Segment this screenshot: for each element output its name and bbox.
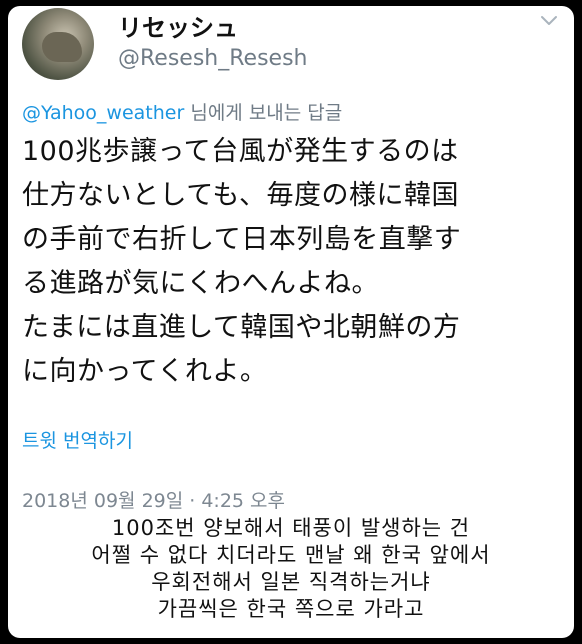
reply-context: @Yahoo_weather 님에게 보내는 답글 (22, 98, 342, 125)
tweet-card: リセッシュ @Resesh_Resesh @Yahoo_weather 님에게 … (8, 6, 574, 638)
reply-mention-link[interactable]: @Yahoo_weather (22, 102, 184, 124)
tweet-text: 100兆歩譲って台風が発生するのは 仕方ないとしても、毎度の様に韓国 の手前で右… (22, 136, 462, 387)
chevron-down-icon[interactable] (540, 14, 558, 28)
translation-caption: 100조번 양보해서 태풍이 발생하는 건 어쩔 수 없다 치더라도 맨날 왜 … (91, 516, 491, 621)
translate-tweet-link[interactable]: 트윗 번역하기 (22, 426, 133, 453)
avatar[interactable] (22, 8, 94, 80)
reply-suffix: 님에게 보내는 답글 (184, 102, 343, 124)
display-name[interactable]: リセッシュ (118, 8, 238, 43)
avatar-figure (42, 32, 82, 62)
user-handle[interactable]: @Resesh_Resesh (118, 46, 307, 71)
tweet-timestamp[interactable]: 2018년 09월 29일 · 4:25 오후 (22, 486, 285, 513)
